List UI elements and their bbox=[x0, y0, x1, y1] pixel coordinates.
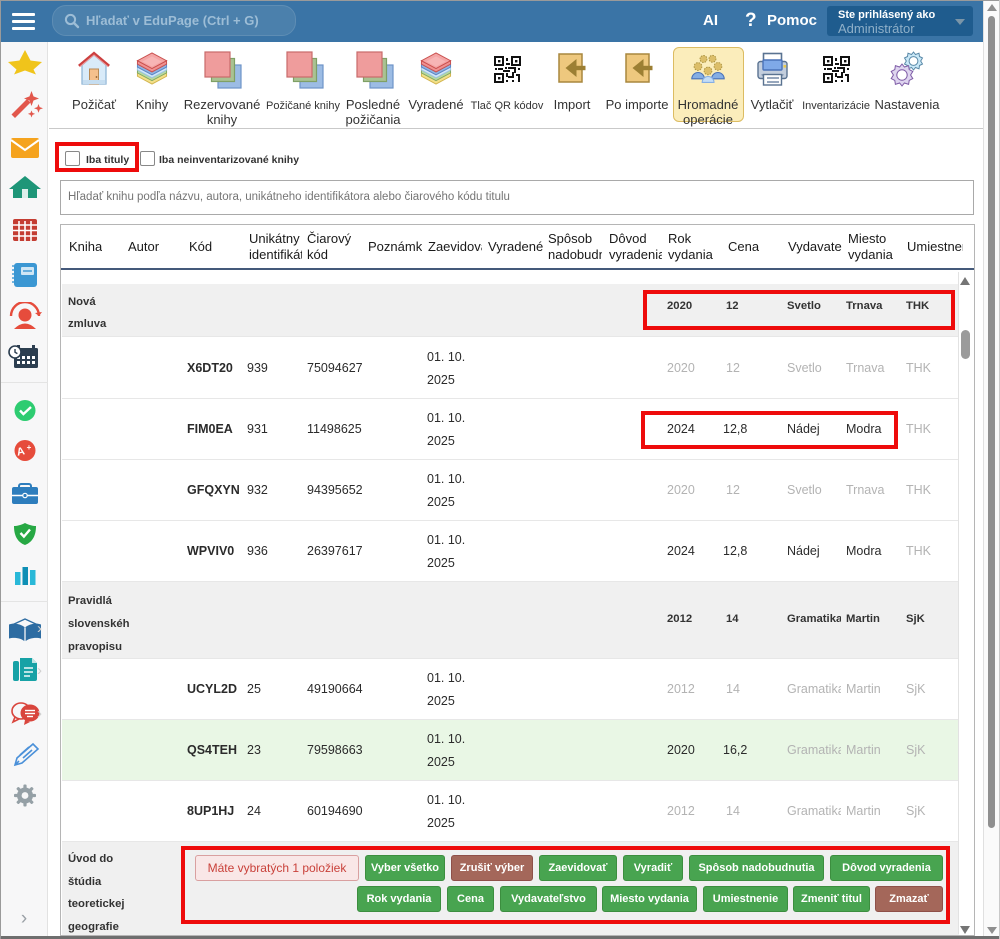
svg-text:+: + bbox=[27, 443, 32, 452]
